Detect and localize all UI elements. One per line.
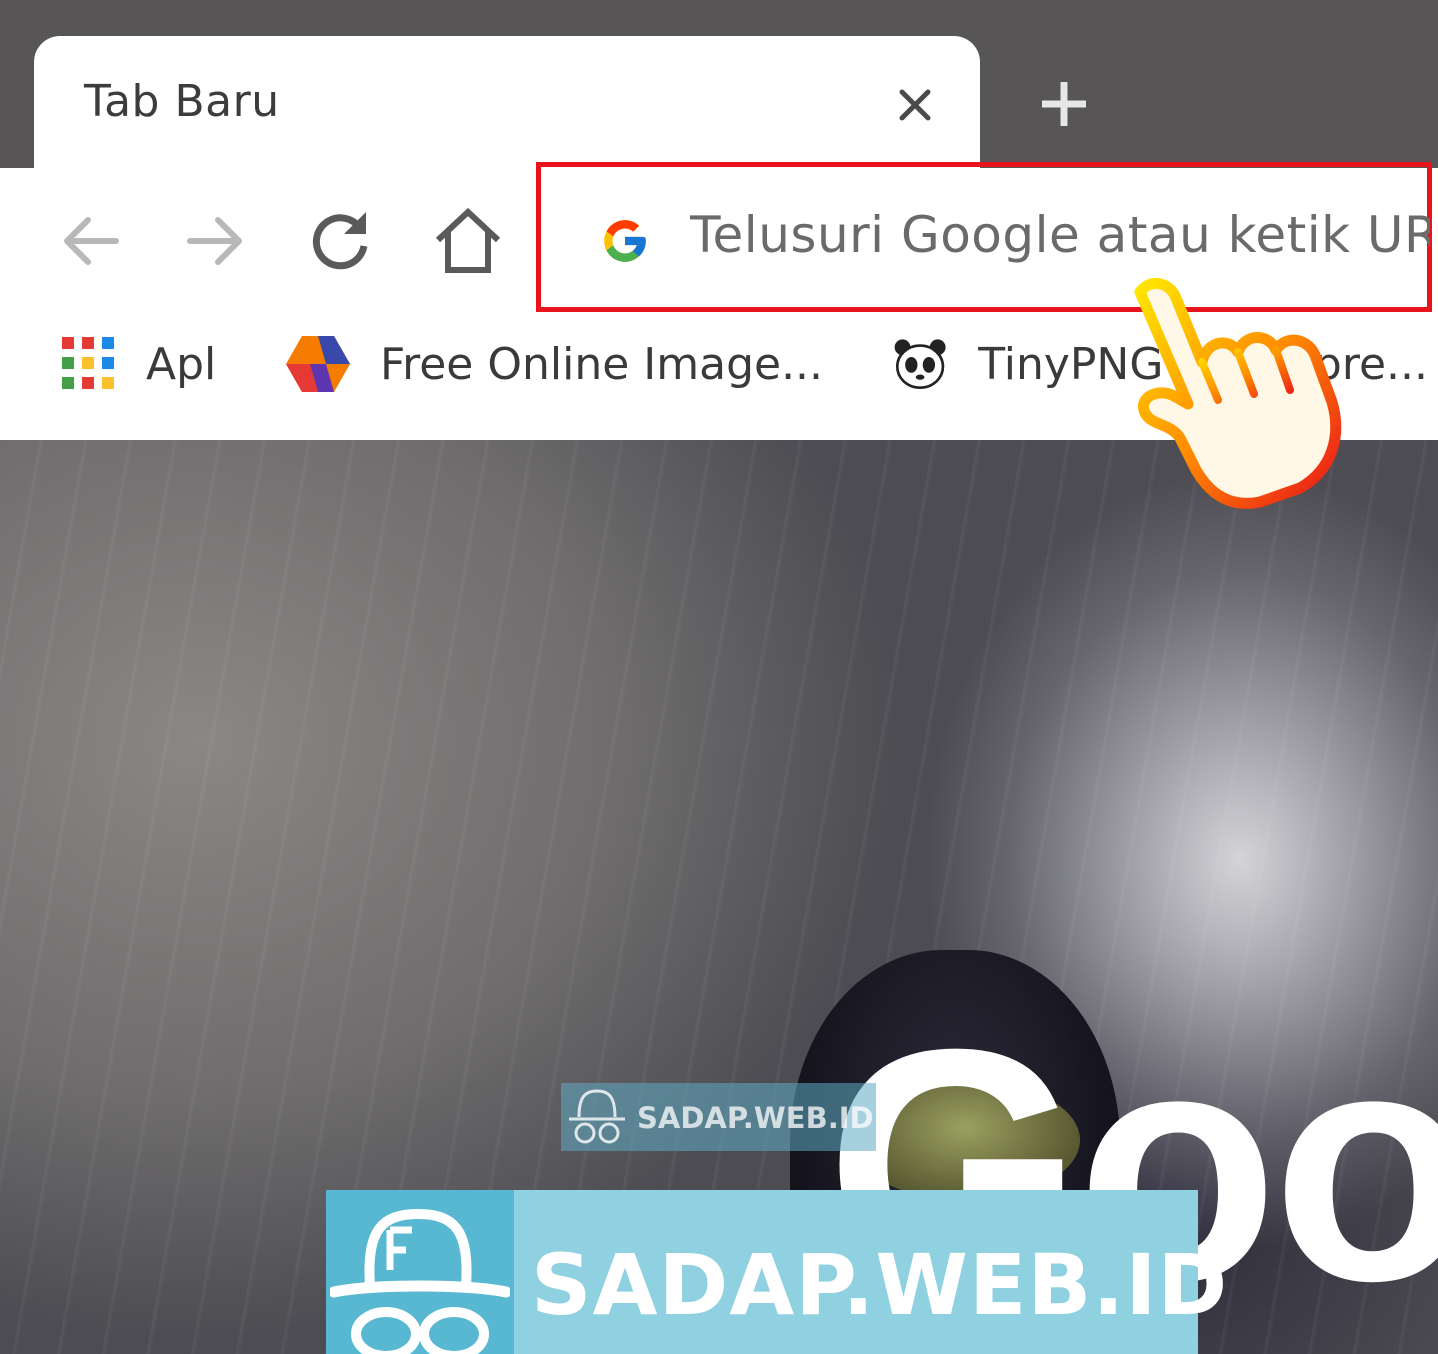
- new-tab-page-background: Goo SADAP.WEB.ID SADAP.WEB.ID: [0, 440, 1438, 1354]
- tab-strip: Tab Baru: [0, 0, 1438, 170]
- back-arrow-icon[interactable]: [58, 208, 124, 274]
- bookmark-label: Apl: [146, 338, 217, 390]
- tab-title: Tab Baru: [84, 76, 280, 127]
- bookmark-apps[interactable]: Apl: [62, 332, 216, 396]
- google-g-icon: [604, 220, 646, 262]
- tab-new[interactable]: Tab Baru: [34, 36, 980, 170]
- close-icon[interactable]: [890, 80, 940, 130]
- reload-icon[interactable]: [308, 206, 374, 272]
- watermark-small-text: SADAP.WEB.ID: [637, 1101, 874, 1135]
- watermark-icon-box: [326, 1190, 514, 1354]
- bookmark-free-online-image[interactable]: Free Online Image...: [286, 332, 823, 396]
- hat-glasses-icon: [330, 1208, 510, 1354]
- pointing-hand-icon: [1134, 278, 1342, 509]
- watermark-small: SADAP.WEB.ID: [561, 1083, 876, 1151]
- forward-arrow-icon[interactable]: [182, 208, 248, 274]
- home-icon[interactable]: [432, 206, 504, 276]
- apps-grid-icon: [62, 337, 114, 389]
- watermark-large: SADAP.WEB.ID: [326, 1190, 1227, 1354]
- image-app-icon: [286, 336, 350, 392]
- panda-icon: [894, 339, 946, 390]
- plus-icon[interactable]: [1038, 78, 1090, 130]
- watermark-large-text: SADAP.WEB.ID: [531, 1236, 1229, 1334]
- bookmark-label: Free Online Image...: [380, 338, 824, 390]
- hat-glasses-icon: [569, 1089, 625, 1144]
- omnibox-placeholder[interactable]: Telusuri Google atau ketik URL: [690, 206, 1430, 264]
